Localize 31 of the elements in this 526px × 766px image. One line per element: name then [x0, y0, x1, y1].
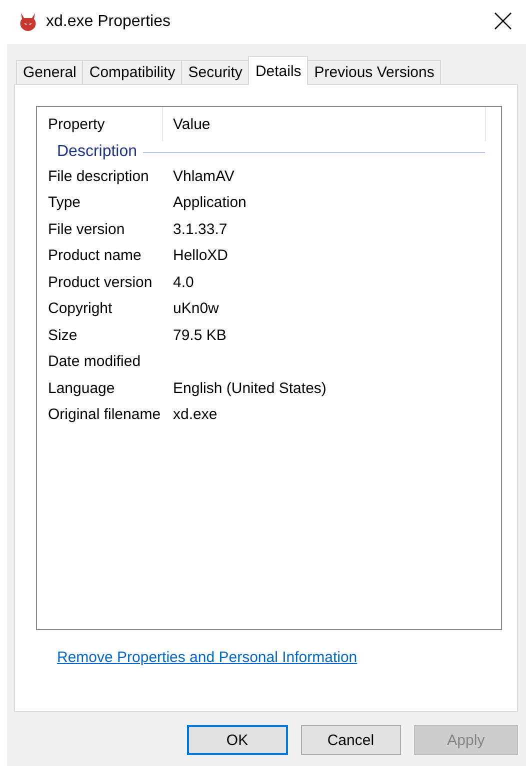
group-header: Description: [57, 143, 138, 161]
dialog-button[interactable]: OK: [187, 725, 288, 755]
property-name: Product name: [48, 247, 142, 264]
property-name: Type: [48, 194, 81, 212]
dialog-button[interactable]: Cancel: [300, 725, 401, 755]
property-name: Original filename: [48, 406, 161, 424]
property-name: File version: [48, 220, 125, 238]
tab[interactable]: General: [16, 60, 84, 84]
property-value: uKn0w: [173, 300, 219, 318]
property-value: xd.exe: [173, 406, 218, 424]
property-name: Date modified: [48, 353, 141, 370]
property-value: 4.0: [173, 274, 194, 291]
devil-icon: [18, 12, 38, 32]
property-value: 79.5 KB: [173, 326, 226, 344]
column-header[interactable]: Value: [163, 107, 486, 141]
remove-properties-link[interactable]: Remove Properties and Personal Information: [57, 649, 358, 666]
property-value: VhlamAV: [173, 168, 234, 185]
window-title: xd.exe Properties: [46, 13, 171, 31]
tab[interactable]: Previous Versions: [307, 60, 442, 84]
tab[interactable]: Details: [248, 56, 308, 85]
property-name: Product version: [48, 274, 152, 291]
property-value: 3.1.33.7: [173, 220, 228, 238]
property-name: Size: [48, 326, 78, 344]
property-name: Copyright: [48, 300, 112, 318]
property-value: Application: [173, 194, 246, 212]
property-value: HelloXD: [173, 247, 228, 264]
property-name: Language: [48, 380, 115, 397]
close-icon[interactable]: [494, 12, 512, 30]
property-name: File description: [48, 168, 149, 185]
property-value: English (United States): [173, 380, 326, 397]
column-header[interactable]: Property: [48, 107, 163, 141]
